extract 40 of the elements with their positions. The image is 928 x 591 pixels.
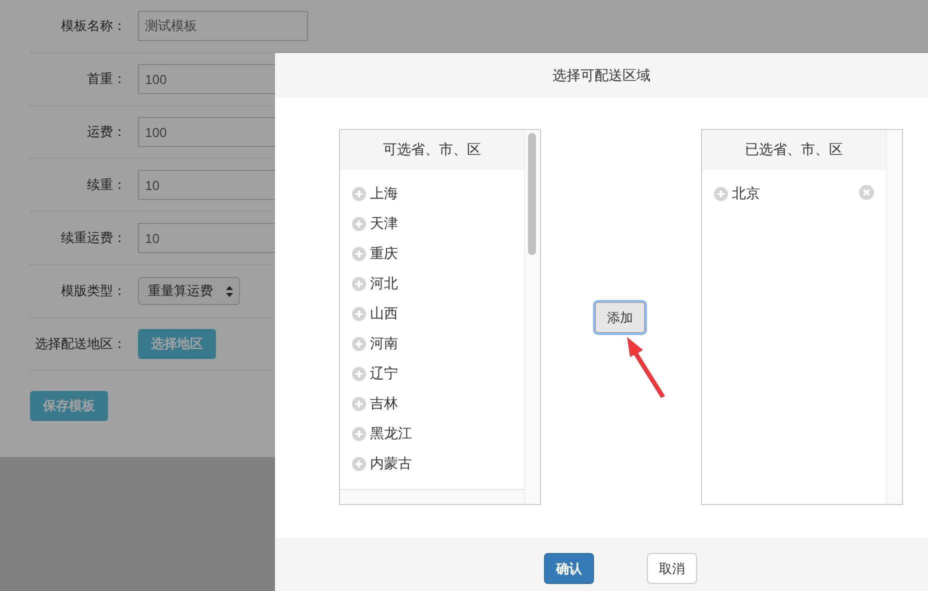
dialog-title: 选择可配送区域: [552, 66, 650, 84]
plus-icon: [352, 337, 366, 351]
plus-icon: [352, 277, 366, 291]
region-item[interactable]: 河南: [340, 329, 524, 359]
region-item[interactable]: 山西: [340, 299, 524, 329]
plus-icon: [352, 427, 366, 441]
remove-icon[interactable]: [859, 185, 874, 200]
region-item[interactable]: 北京: [702, 179, 886, 209]
region-item[interactable]: 辽宁: [340, 359, 524, 389]
plus-icon: [352, 247, 366, 261]
field-label: 模板名称：: [60, 17, 126, 35]
type-dropdown[interactable]: 重量算运费: [138, 277, 240, 305]
confirm-button[interactable]: 确认: [544, 553, 594, 584]
add-button[interactable]: 添加: [595, 302, 645, 333]
field-label: 续重运费：: [60, 229, 126, 247]
region-item[interactable]: 内蒙古: [340, 449, 524, 479]
region-item[interactable]: 上海: [340, 179, 524, 209]
region-item[interactable]: 吉林: [340, 389, 524, 419]
field-label: 续重：: [86, 176, 126, 194]
list-title: 可选省、市、区: [383, 141, 481, 159]
region-item[interactable]: 黑龙江: [340, 419, 524, 449]
updown-caret-icon: [226, 286, 233, 296]
plus-icon: [352, 187, 366, 201]
plus-icon: [714, 187, 728, 201]
plus-icon: [352, 367, 366, 381]
plus-icon: [352, 307, 366, 321]
field-label: 模版类型：: [60, 282, 126, 300]
field-label: 选择配送地区：: [34, 335, 126, 353]
field-label: 首重：: [86, 70, 126, 88]
region-item[interactable]: 重庆: [340, 239, 524, 269]
region-item[interactable]: 河北: [340, 269, 524, 299]
field-label: 运费：: [86, 123, 126, 141]
region-item[interactable]: 天津: [340, 209, 524, 239]
plus-icon: [352, 397, 366, 411]
input-field[interactable]: 测试模板: [138, 11, 308, 41]
list-title: 已选省、市、区: [745, 141, 843, 159]
scrollbar-thumb[interactable]: [528, 133, 536, 255]
cancel-button[interactable]: 取消: [647, 553, 697, 584]
plus-icon: [352, 217, 366, 231]
plus-icon: [352, 457, 366, 471]
